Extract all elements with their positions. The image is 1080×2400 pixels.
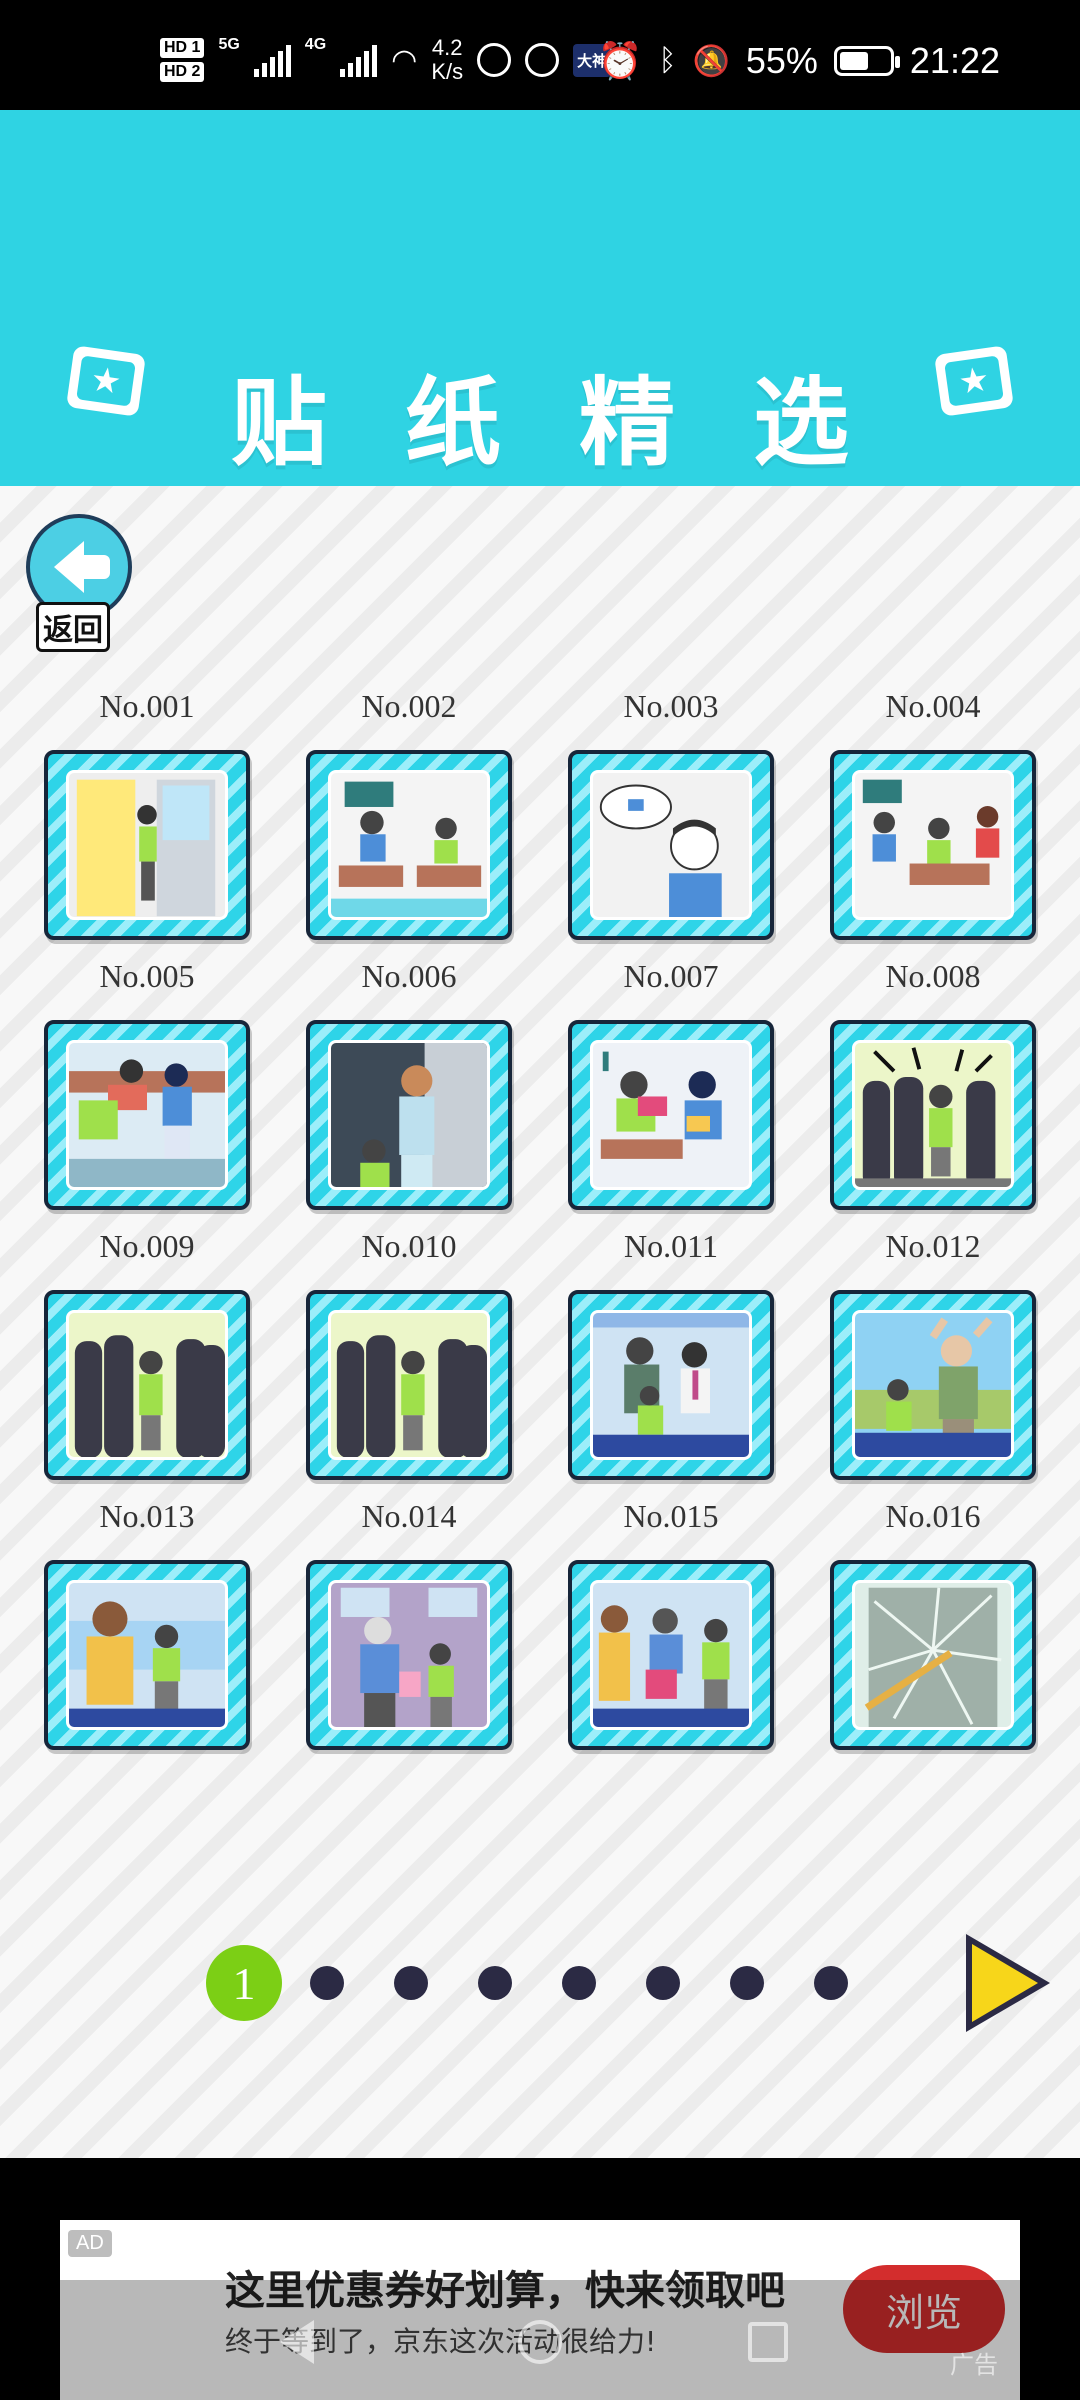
network-5g-label: 5G xyxy=(218,36,240,53)
alarm-icon: ⏰ xyxy=(597,40,643,81)
sticker-tile[interactable] xyxy=(830,1020,1036,1210)
sticker-tile[interactable] xyxy=(44,1290,250,1480)
sticker-tile[interactable] xyxy=(44,1020,250,1210)
sticker-tile[interactable] xyxy=(44,1560,250,1750)
wechat-icon xyxy=(477,43,512,77)
speed-value: 4.2 xyxy=(431,35,463,60)
page-indicator-dot[interactable] xyxy=(394,1966,428,2000)
next-triangle-icon[interactable] xyxy=(960,1928,1056,2038)
sticker-tile[interactable] xyxy=(306,1560,512,1750)
nav-recent-icon[interactable] xyxy=(748,2322,788,2362)
page-indicator-dot[interactable] xyxy=(814,1966,848,2000)
sticker-label: No.010 xyxy=(361,1228,457,1264)
clock: 21:22 xyxy=(909,40,1000,81)
sticker-artwork xyxy=(852,770,1014,920)
battery-percent: 55% xyxy=(745,40,818,81)
signal-icon xyxy=(253,43,291,77)
page-indicator-dot[interactable] xyxy=(646,1966,680,2000)
network-4g-label: 4G xyxy=(304,36,327,53)
sticker-label: No.001 xyxy=(99,688,195,724)
hd1-badge: HD 1 xyxy=(160,38,205,58)
sticker-label: No.012 xyxy=(885,1228,981,1264)
sticker-artwork xyxy=(852,1580,1014,1730)
sticker-artwork xyxy=(66,1040,228,1190)
sticker-artwork xyxy=(66,1310,228,1460)
sticker-tile[interactable] xyxy=(830,1560,1036,1750)
back-button-label: 返回 xyxy=(36,602,110,652)
sticker-label: No.002 xyxy=(361,688,457,724)
page-indicator-dot[interactable] xyxy=(730,1966,764,2000)
sticker-label: No.009 xyxy=(99,1228,195,1264)
sticker-tile[interactable] xyxy=(830,750,1036,940)
sticker-tile[interactable] xyxy=(568,1290,774,1480)
sticker-tile[interactable] xyxy=(306,1020,512,1210)
title-banner: ★ 贴纸精选 ★ xyxy=(0,110,1080,486)
page-indicator-current[interactable]: 1 xyxy=(206,1945,282,2021)
mute-icon: 🔕 xyxy=(692,44,730,78)
battery-fill xyxy=(839,52,868,70)
sticker-artwork xyxy=(328,770,490,920)
bluetooth-icon: ᛒ xyxy=(658,44,677,77)
back-button[interactable]: 返回 xyxy=(26,514,136,652)
sticker-label: No.007 xyxy=(623,958,719,994)
page-title: 贴纸精选 xyxy=(231,367,927,479)
sticker-artwork xyxy=(328,1310,490,1460)
ad-tag: AD xyxy=(68,2230,112,2257)
hd-indicator: HD 1 HD 2 xyxy=(160,38,205,82)
battery-icon xyxy=(833,46,900,76)
sticker-artwork xyxy=(590,1310,752,1460)
sticker-tile[interactable] xyxy=(306,750,512,940)
ad-mark: 广告 xyxy=(950,2351,998,2379)
wifi-icon: ◠ xyxy=(391,43,418,77)
sticker-tile[interactable] xyxy=(568,1560,774,1750)
sticker-tile[interactable] xyxy=(44,750,250,940)
sticker-artwork xyxy=(590,1580,752,1730)
sticker-label: No.014 xyxy=(361,1498,457,1534)
page-indicator-dot[interactable] xyxy=(562,1966,596,2000)
page-indicator-dot[interactable] xyxy=(478,1966,512,2000)
hd2-badge: HD 2 xyxy=(160,62,205,82)
star-card-icon: ★ xyxy=(934,345,1014,417)
nav-back-icon[interactable] xyxy=(280,2320,314,2364)
sticker-label: No.003 xyxy=(623,688,719,724)
sticker-label: No.011 xyxy=(624,1228,718,1264)
sticker-artwork xyxy=(852,1310,1014,1460)
sticker-label: No.015 xyxy=(623,1498,719,1534)
nav-home-icon[interactable] xyxy=(518,2320,562,2364)
sticker-tile[interactable] xyxy=(830,1290,1036,1480)
page-indicator-dot[interactable] xyxy=(310,1966,344,2000)
sticker-tile[interactable] xyxy=(568,1020,774,1210)
hand-icon xyxy=(525,43,560,77)
sticker-tile[interactable] xyxy=(568,750,774,940)
sticker-artwork xyxy=(328,1040,490,1190)
sticker-artwork xyxy=(590,770,752,920)
sticker-artwork xyxy=(328,1580,490,1730)
speed-unit: K/s xyxy=(431,59,464,84)
sticker-label: No.006 xyxy=(361,958,457,994)
sticker-label: No.004 xyxy=(885,688,981,724)
sticker-label: No.016 xyxy=(885,1498,981,1534)
sticker-artwork xyxy=(66,770,228,920)
sticker-artwork xyxy=(852,1040,1014,1190)
sticker-label: No.013 xyxy=(99,1498,195,1534)
sticker-artwork xyxy=(66,1580,228,1730)
sticker-tile[interactable] xyxy=(306,1290,512,1480)
sticker-label: No.008 xyxy=(885,958,981,994)
network-speed: 4.2 K/s xyxy=(431,36,463,84)
signal-icon xyxy=(340,43,378,77)
sticker-artwork xyxy=(590,1040,752,1190)
status-bar: HD 1 HD 2 5G 4G ◠ 4.2 K/s 大神 ⏰ ᛒ 🔕 55% 2… xyxy=(0,0,1080,110)
sticker-label: No.005 xyxy=(99,958,195,994)
